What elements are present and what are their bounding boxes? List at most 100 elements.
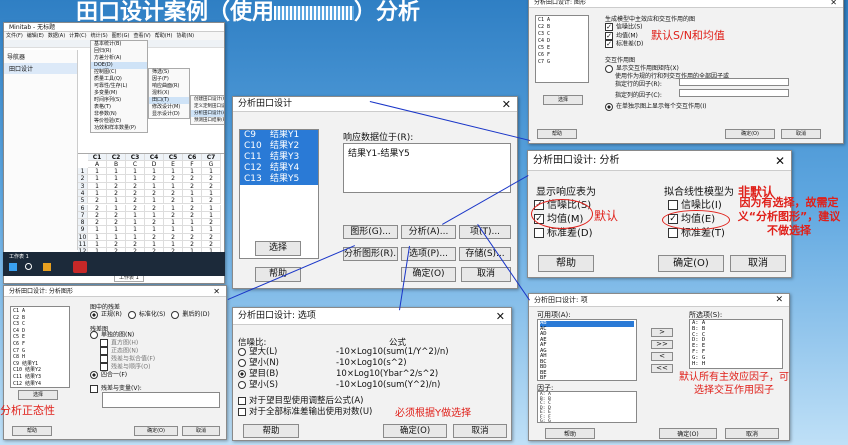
column-header[interactable]: C2 <box>107 154 126 161</box>
storage-button[interactable]: 存储(S)... <box>459 247 511 261</box>
list-item[interactable]: H: H <box>692 361 780 368</box>
analysis-option[interactable]: 标准差(D) <box>534 227 593 241</box>
table-cell[interactable]: 1 <box>88 226 107 234</box>
options-help-button[interactable]: 帮助 <box>243 424 299 438</box>
sn-option[interactable]: 望目(B) 10×Log10(Ybar^2/s^2) <box>238 369 510 380</box>
list-item[interactable]: C11 结果Y3 <box>13 374 67 381</box>
sn-option[interactable]: 望大(L) -10×Log10(sum(1/Y^2)/n) <box>238 347 510 358</box>
menubar-item[interactable]: 文件(F) <box>6 33 23 39</box>
table-cell[interactable]: 1 <box>126 175 145 183</box>
table-cell[interactable]: 2 <box>183 241 202 249</box>
column-header[interactable]: C4 <box>145 154 164 161</box>
list-item[interactable]: C12 结果Y4 <box>240 163 318 174</box>
list-item[interactable]: G: G <box>540 419 634 422</box>
radio[interactable] <box>90 310 98 319</box>
menubar-item[interactable]: 帮助(H) <box>155 33 173 39</box>
graph-check[interactable]: ✓ 标准差(D) <box>605 40 643 49</box>
table-cell[interactable]: 1 <box>126 233 145 241</box>
plot-option[interactable]: 正态图(N) <box>90 347 155 355</box>
radio[interactable] <box>238 347 246 356</box>
table-cell[interactable]: 1 <box>202 211 221 220</box>
analysis-ok-button[interactable]: 确定(O) <box>658 255 724 272</box>
table-cell[interactable]: 1 <box>88 175 107 183</box>
list-item[interactable]: C4 D <box>13 328 67 335</box>
menu-item[interactable]: 回归(R) <box>91 48 147 55</box>
graph-select-button[interactable]: 选择 <box>543 95 583 105</box>
ag-close-icon[interactable]: ✕ <box>213 286 220 297</box>
menubar-item[interactable]: 图形(G) <box>112 33 130 39</box>
table-cell[interactable]: 1 <box>202 189 221 198</box>
table-cell[interactable]: 1 <box>107 226 126 234</box>
ag-column-list[interactable]: C1 A C2 B C3 C C4 D C5 E C6 F C7 G C8 H C9 结果Y1 C… <box>10 306 70 388</box>
sn-option[interactable]: 望小(N) -10×Log10(s^2) <box>238 358 510 369</box>
response-input[interactable]: 结果Y1-结果Y5 <box>343 143 511 193</box>
radio[interactable] <box>238 369 246 378</box>
column-name[interactable]: D <box>145 161 164 168</box>
available-list[interactable]: AB AC AD AE AF AG AH BC BD BE BF <box>537 319 637 381</box>
ag-help-button[interactable]: 帮助 <box>12 426 52 436</box>
checkbox[interactable] <box>100 339 108 347</box>
menubar-item[interactable]: 编辑(E) <box>27 33 44 39</box>
list-item[interactable]: C1 A <box>538 17 586 24</box>
column-name[interactable]: A <box>88 161 107 168</box>
table-cell[interactable]: 1 <box>88 182 107 190</box>
table-cell[interactable]: 1 <box>202 204 221 212</box>
column-header[interactable]: C6 <box>183 154 202 161</box>
table-cell[interactable]: 2 <box>202 197 221 205</box>
table-cell[interactable]: 1 <box>164 204 183 212</box>
menu-item[interactable]: 修改设计(M) <box>149 104 189 111</box>
menu-item[interactable]: 创建田口设计(C)... <box>191 96 224 103</box>
column-header[interactable]: C5 <box>164 154 183 161</box>
column-name[interactable]: B <box>107 161 126 168</box>
list-item[interactable]: C7 G <box>538 59 586 66</box>
plot-option[interactable]: 残差与拟合值(F) <box>90 355 155 363</box>
table-cell[interactable]: 1 <box>107 204 126 212</box>
menu-item[interactable]: 方差分析(A) <box>91 55 147 62</box>
menubar-item[interactable]: 统计(S) <box>91 33 108 39</box>
plot-option[interactable]: 单独的图(N) <box>90 331 155 339</box>
menu-item[interactable]: 非参数(N) <box>91 111 147 118</box>
specify-col-input[interactable] <box>679 89 789 97</box>
analysis-cancel-button[interactable]: 取消 <box>730 255 786 272</box>
table-cell[interactable]: 1 <box>202 168 221 176</box>
taskbar-app-icon[interactable] <box>43 263 51 271</box>
list-item[interactable]: BF <box>540 375 634 380</box>
options-ok-button[interactable]: 确定(O) <box>383 424 447 438</box>
table-cell[interactable]: 2 <box>183 233 202 241</box>
table-cell[interactable]: 2 <box>126 189 145 198</box>
list-item[interactable]: C8 H <box>13 354 67 361</box>
menu-item[interactable]: 响应曲面(R) <box>149 83 189 90</box>
ok-button[interactable]: 确定(O) <box>401 267 456 282</box>
menu-item[interactable]: 表格(T) <box>91 104 147 111</box>
list-item[interactable]: C2 B <box>538 24 586 31</box>
table-cell[interactable]: 1 <box>145 182 164 190</box>
table-cell[interactable]: 2 <box>107 182 126 190</box>
table-cell[interactable]: 1 <box>183 219 202 227</box>
table-cell[interactable]: 2 <box>107 241 126 249</box>
analysis-help-button[interactable]: 帮助 <box>538 255 594 272</box>
list-item[interactable]: C12 结果Y4 <box>13 381 67 387</box>
table-cell[interactable]: 1 <box>126 219 145 227</box>
list-item[interactable]: C9 结果Y1 <box>240 130 318 141</box>
graph-button[interactable]: 图形(G)... <box>343 225 398 239</box>
close-icon[interactable]: ✕ <box>502 97 511 112</box>
column-name[interactable]: G <box>202 161 221 168</box>
menu-item[interactable]: 分析田口设计(A)... <box>191 110 224 117</box>
table-cell[interactable]: 2 <box>145 175 164 183</box>
menu-item[interactable]: 显示设计(D) <box>149 111 189 118</box>
table-cell[interactable]: 2 <box>107 189 126 198</box>
column-name[interactable]: C <box>126 161 145 168</box>
column-list[interactable]: C9 结果Y1 C10 结果Y2 C11 结果Y3 C12 结果Y4 C13 结果Y5 <box>239 129 319 259</box>
menu-item[interactable]: 功效和样本数量(P) <box>91 125 147 132</box>
graph-ok-button[interactable]: 确定(O) <box>725 129 775 139</box>
table-cell[interactable]: 2 <box>126 241 145 249</box>
table-cell[interactable]: 2 <box>164 233 183 241</box>
table-cell[interactable]: 2 <box>107 211 126 220</box>
table-cell[interactable]: 1 <box>183 197 202 205</box>
table-cell[interactable]: 1 <box>183 189 202 198</box>
table-cell[interactable]: 1 <box>126 211 145 220</box>
list-item[interactable]: C6 F <box>13 341 67 348</box>
list-item[interactable]: C5 E <box>538 45 586 52</box>
ag-ok-button[interactable]: 确定(O) <box>134 426 178 436</box>
menu-item[interactable]: 质量工具(Q) <box>91 76 147 83</box>
